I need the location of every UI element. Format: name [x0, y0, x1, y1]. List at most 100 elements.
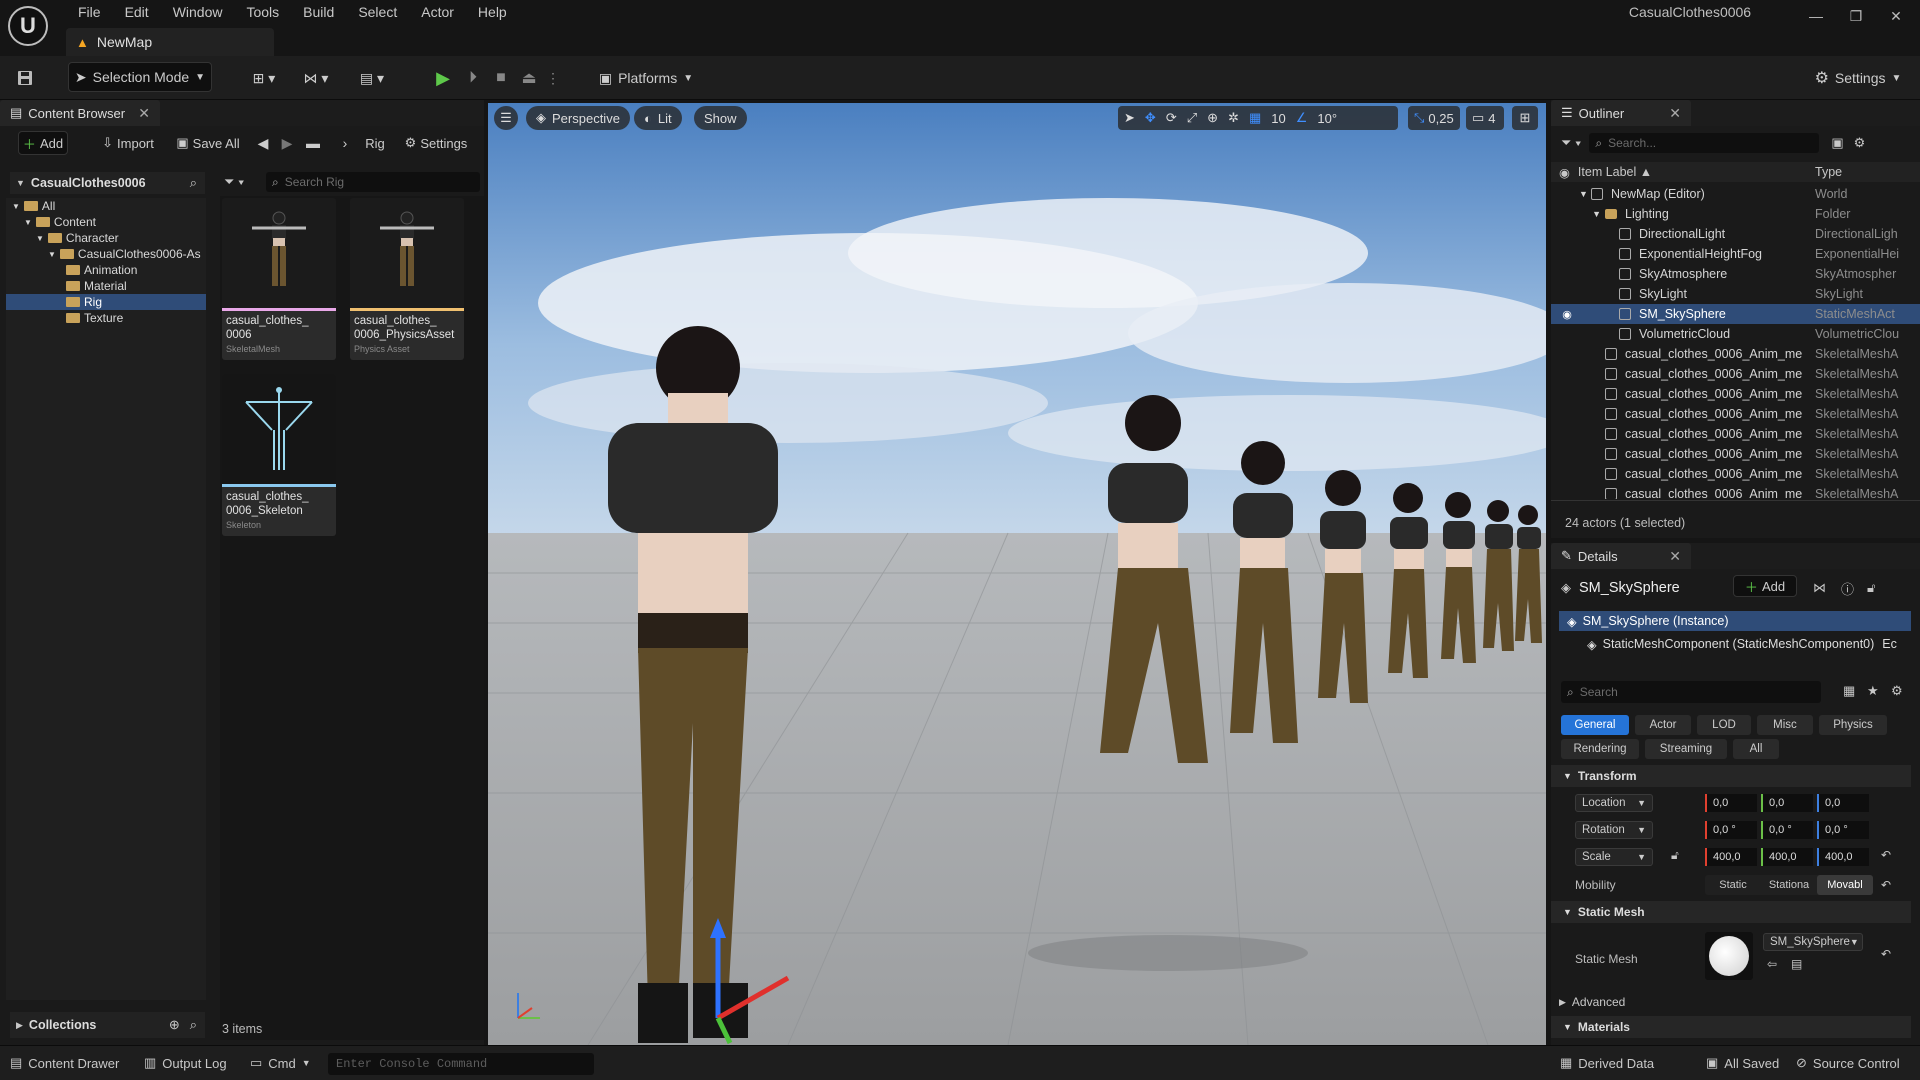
stop-icon[interactable]: ■ — [488, 63, 514, 93]
search-icon[interactable]: ⌕ — [190, 1017, 197, 1033]
tree-item-texture[interactable]: Texture — [6, 310, 206, 326]
tab-lod[interactable]: LOD — [1697, 715, 1751, 735]
eye-icon[interactable]: ◉ — [1555, 308, 1579, 321]
asset-search-input[interactable]: ⌕ Search Rig — [266, 172, 480, 192]
tab-actor[interactable]: Actor — [1635, 715, 1691, 735]
advanced-row[interactable]: ▶ Advanced — [1559, 992, 1909, 1012]
translate-tool-icon[interactable]: ✥ — [1145, 110, 1156, 126]
reset-icon[interactable]: ↶ — [1881, 878, 1891, 892]
search-icon[interactable]: ⌕ — [190, 175, 197, 191]
settings-dropdown[interactable]: ⚙ Settings ▼ — [1808, 63, 1908, 93]
menu-actor[interactable]: Actor — [409, 0, 466, 24]
world-space-icon[interactable]: ⊕ — [1207, 110, 1218, 126]
add-actor-icon[interactable]: ⊞ ▾ — [244, 63, 284, 93]
tree-item-rig[interactable]: Rig — [6, 294, 206, 310]
item-label-column[interactable]: Item Label ▲ — [1578, 165, 1652, 179]
all-saved-button[interactable]: ▣ All Saved — [1706, 1055, 1779, 1071]
menu-help[interactable]: Help — [466, 0, 519, 24]
play-icon[interactable]: ▶ — [430, 63, 456, 93]
close-icon[interactable]: ✕ — [1669, 105, 1681, 122]
outliner-row[interactable]: casual_clothes_0006_Anim_me SkeletalMeshA — [1551, 364, 1920, 384]
source-header[interactable]: ▼ CasualClothes0006 ⌕ — [10, 172, 205, 194]
platforms-dropdown[interactable]: ▣ Platforms ▼ — [596, 63, 696, 93]
location-z-field[interactable]: 0,0 — [1817, 794, 1869, 812]
source-control-button[interactable]: ⊘ Source Control — [1796, 1055, 1900, 1071]
minimize-icon[interactable]: — — [1796, 2, 1836, 30]
location-x-field[interactable]: 0,0 — [1705, 794, 1757, 812]
reset-icon[interactable]: ↶ — [1881, 947, 1891, 961]
unreal-logo-icon[interactable]: U — [8, 6, 48, 46]
menu-build[interactable]: Build — [291, 0, 346, 24]
outliner-tab[interactable]: ☰ Outliner ✕ — [1551, 100, 1691, 126]
browse-icon[interactable]: ▤ — [1791, 957, 1802, 971]
menu-tools[interactable]: Tools — [234, 0, 291, 24]
filter-icon[interactable]: ⏷ ▾ — [224, 174, 244, 190]
blueprint-icon[interactable]: ⋈ ▾ — [296, 63, 336, 93]
scale-y-field[interactable]: 400,0 — [1761, 848, 1813, 866]
grid-snap-value[interactable]: 10 — [1271, 111, 1285, 126]
asset-tile-skeleton[interactable]: casual_clothes_ 0006_Skeleton Skeleton — [222, 374, 336, 536]
forward-icon[interactable]: ▶ — [278, 131, 296, 155]
star-icon[interactable]: ★ — [1867, 683, 1879, 699]
outliner-row[interactable]: casual_clothes_0006_Anim_me SkeletalMeshA — [1551, 444, 1920, 464]
cmd-dropdown[interactable]: ▭ Cmd ▼ — [250, 1055, 311, 1071]
materials-section[interactable]: ▼ Materials — [1551, 1016, 1911, 1038]
content-drawer-button[interactable]: ▤ Content Drawer — [10, 1055, 119, 1071]
map-tab[interactable]: ▲ NewMap — [66, 28, 274, 56]
menu-window[interactable]: Window — [161, 0, 235, 24]
tab-general[interactable]: General — [1561, 715, 1629, 735]
close-icon[interactable]: ✕ — [1669, 548, 1681, 565]
cb-settings-button[interactable]: ⚙ Settings — [400, 131, 472, 155]
tab-physics[interactable]: Physics — [1819, 715, 1887, 735]
details-tab[interactable]: ✎ Details ✕ — [1551, 543, 1691, 569]
lock-icon[interactable]: 🔓︎ — [1671, 848, 1679, 863]
layout-icon[interactable]: ⊞ — [1512, 106, 1538, 130]
outliner-row[interactable]: DirectionalLight DirectionalLigh — [1551, 224, 1920, 244]
outliner-row[interactable]: ExponentialHeightFog ExponentialHei — [1551, 244, 1920, 264]
console-input[interactable]: Enter Console Command — [328, 1053, 594, 1075]
lock-icon[interactable]: 🔓︎ — [1867, 580, 1875, 596]
content-browser-tab[interactable]: ▤ Content Browser ✕ — [0, 100, 160, 126]
grid-snap-icon[interactable]: ▦ — [1249, 110, 1261, 126]
asset-tile-skeletal-mesh[interactable]: casual_clothes_ 0006 SkeletalMesh — [222, 198, 336, 360]
step-icon[interactable]: ⏵ — [460, 63, 486, 93]
location-dropdown[interactable]: Location ▼ — [1575, 794, 1653, 812]
details-search-input[interactable]: ⌕ Search — [1561, 681, 1821, 703]
breadcrumb-rig[interactable]: Rig — [360, 131, 390, 155]
transform-section[interactable]: ▼ Transform — [1551, 765, 1911, 787]
output-log-button[interactable]: ▥ Output Log — [144, 1055, 227, 1071]
add-button[interactable]: ＋ Add — [18, 131, 68, 155]
scale-z-field[interactable]: 400,0 — [1817, 848, 1869, 866]
add-folder-icon[interactable]: ▣ — [1831, 135, 1843, 151]
add-component-button[interactable]: ＋ Add — [1733, 575, 1797, 597]
rotation-snap-value[interactable]: 10° — [1317, 111, 1337, 126]
blueprint-icon[interactable]: ⋈ — [1813, 580, 1826, 596]
tab-streaming[interactable]: Streaming — [1645, 739, 1727, 759]
rotation-snap-icon[interactable]: ∠ — [1296, 110, 1308, 126]
scale-tool-icon[interactable]: ⤢ — [1187, 110, 1197, 126]
maximize-icon[interactable]: ❐ — [1836, 2, 1876, 30]
folder-icon[interactable]: ▬ — [302, 131, 324, 155]
outliner-row[interactable]: casual_clothes_0006_Anim_me SkeletalMeshA — [1551, 424, 1920, 444]
rotation-x-field[interactable]: 0,0 ° — [1705, 821, 1757, 839]
grid-view-icon[interactable]: ▦ — [1843, 683, 1855, 699]
collections-header[interactable]: ▶ Collections ⊕ ⌕ — [10, 1012, 205, 1038]
scale-snap[interactable]: ⤡ 0,25 — [1408, 106, 1460, 130]
eye-icon[interactable]: ◉ — [1559, 165, 1570, 180]
eject-icon[interactable]: ⏏ — [516, 63, 542, 93]
outliner-row[interactable]: SkyLight SkyLight — [1551, 284, 1920, 304]
outliner-row[interactable]: VolumetricCloud VolumetricClou — [1551, 324, 1920, 344]
mobility-movable[interactable]: Movabl — [1817, 875, 1873, 895]
show-button[interactable]: Show — [694, 106, 747, 130]
add-collection-icon[interactable]: ⊕ — [169, 1017, 180, 1033]
static-mesh-dropdown[interactable]: SM_SkySphere ▼ — [1763, 933, 1863, 951]
tab-misc[interactable]: Misc — [1757, 715, 1813, 735]
static-mesh-thumbnail[interactable] — [1705, 932, 1753, 980]
outliner-row[interactable]: casual_clothes_0006_Anim_me SkeletalMeshA — [1551, 464, 1920, 484]
gear-icon[interactable]: ⚙ — [1854, 135, 1866, 151]
select-tool-icon[interactable]: ➤ — [1124, 110, 1135, 126]
rotation-dropdown[interactable]: Rotation ▼ — [1575, 821, 1653, 839]
actor-name[interactable]: SM_SkySphere — [1579, 580, 1680, 596]
back-icon[interactable]: ◀ — [254, 131, 272, 155]
outliner-row[interactable]: casual_clothes_0006_Anim_me SkeletalMeshA — [1551, 404, 1920, 424]
